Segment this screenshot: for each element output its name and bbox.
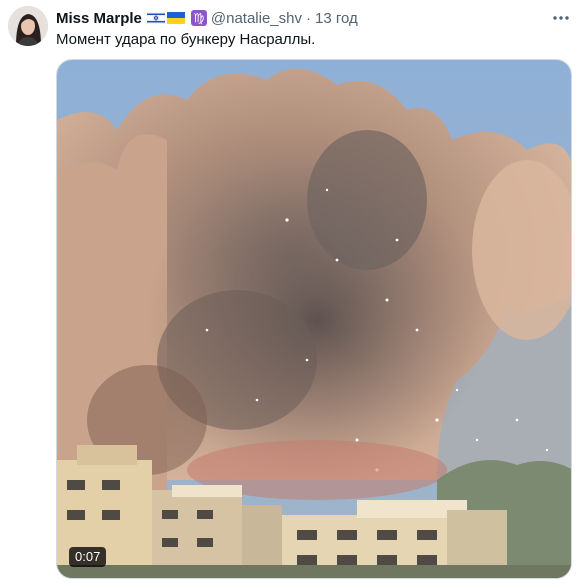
timestamp[interactable]: 13 год	[315, 10, 358, 27]
tweet-header: Miss Marple ♍ @natalie_shv · 13 год	[56, 8, 546, 28]
video-duration-badge: 0:07	[69, 547, 107, 567]
avatar[interactable]	[8, 6, 48, 46]
author-name[interactable]: Miss Marple	[56, 10, 142, 27]
ukraine-flag-icon	[166, 12, 185, 24]
virgo-zodiac-icon: ♍	[190, 10, 207, 26]
author-handle[interactable]: @natalie_shv	[211, 10, 302, 27]
tweet-text: Момент удара по бункеру Насраллы.	[56, 31, 316, 48]
israel-flag-icon	[146, 12, 165, 24]
video-player[interactable]: 0:07	[56, 59, 572, 579]
tweet: Miss Marple ♍ @natalie_shv · 13 год Моме…	[0, 0, 586, 588]
more-horizontal-icon	[553, 16, 569, 20]
separator-dot: ·	[306, 9, 311, 27]
explosion-video-thumbnail	[57, 60, 571, 578]
more-options-button[interactable]	[550, 9, 572, 27]
